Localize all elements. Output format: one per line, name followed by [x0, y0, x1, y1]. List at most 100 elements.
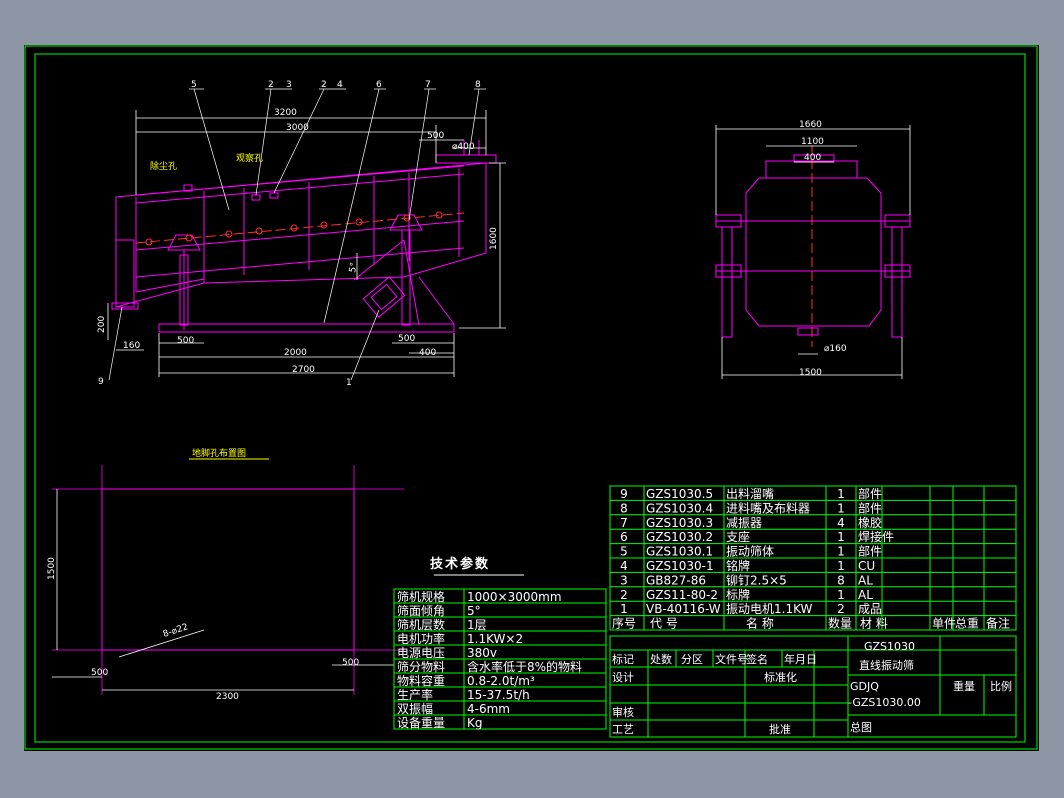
balloon-8: 8 — [475, 80, 481, 90]
bom-qty: 1 — [837, 559, 845, 573]
dim-200: 200 — [97, 316, 107, 333]
tech-param-value: 1层 — [467, 618, 487, 632]
balloon-1: 1 — [346, 378, 352, 388]
tb-drawing-no: -GZS1030.00 — [848, 696, 921, 709]
bom-no: 6 — [620, 530, 628, 544]
tech-param-value: 1.1KW×2 — [467, 632, 523, 646]
bom-header-w1: 单件 — [932, 617, 956, 631]
tb-weight: 重量 — [953, 679, 975, 693]
bom-qty: 1 — [837, 501, 845, 515]
bom-code: GZS1030.2 — [646, 530, 713, 544]
bom-code: GZS1030.4 — [646, 501, 713, 515]
end-dim-1660: 1660 — [799, 120, 822, 130]
dim-3200: 3200 — [274, 108, 297, 118]
tech-param-value: 0.8-2.0t/m³ — [467, 674, 535, 688]
bom-code: GZS1030-1 — [646, 559, 714, 573]
bom-code: GZS1030.3 — [646, 516, 713, 530]
dim-2000: 2000 — [284, 348, 307, 358]
bom-no: 7 — [620, 516, 628, 530]
balloon-4: 4 — [337, 80, 343, 90]
bom-qty: 4 — [837, 516, 845, 530]
inner-border — [34, 53, 1026, 743]
balloon-2b: 2 — [321, 80, 327, 90]
balloon-6: 6 — [376, 80, 382, 90]
bom-no: 4 — [620, 559, 628, 573]
foundation-hole-note: 8-⌀22 — [162, 622, 190, 640]
tb-approve: 批准 — [769, 722, 791, 736]
tech-param-name: 生产率 — [397, 687, 433, 702]
title-block-text: 标记 处数 分区 文件号 签名 年月日 设计 标准化 审核 工艺 批准 GZS1… — [612, 640, 1012, 736]
tb-model: GZS1030 — [864, 640, 915, 653]
tb-mark: 标记 — [612, 652, 634, 666]
tb-general: 总图 — [850, 720, 872, 734]
tech-param-name: 筛分物料 — [397, 659, 445, 674]
inlet — [435, 154, 497, 164]
tech-param-value: 4-6mm — [467, 702, 510, 716]
bom-table: 9 GZS1030.5 出料溜嘴 1 部件 8 GZS1030.4 进料嘴及布料器 1 部件 7 GZ… — [609, 485, 1017, 631]
tb-zone: 分区 — [681, 653, 703, 666]
bom-mat: 焊接件 — [858, 529, 894, 544]
tech-param-name: 筛机层数 — [397, 617, 445, 632]
tb-sign: 签名 — [746, 652, 768, 666]
bom-qty: 1 — [837, 588, 845, 602]
foundation-dim-500-left: 500 — [91, 668, 108, 678]
tb-docno: 文件号 — [715, 652, 748, 666]
foundation-title: 地脚孔布置图 — [192, 447, 246, 459]
bom-mat: 成品 — [858, 602, 882, 616]
bom-name: 减振器 — [726, 516, 762, 530]
bom-mat: AL — [858, 588, 873, 602]
end-dim-400: 400 — [804, 153, 821, 163]
bom-no: 3 — [620, 573, 628, 587]
note-dust-hole: 除尘孔 — [150, 160, 177, 172]
tb-design: 设计 — [612, 671, 634, 684]
bom-code: GZS1030.5 — [646, 487, 713, 501]
tech-param-value: 380v — [467, 646, 497, 660]
bom-mat: 部件 — [858, 544, 882, 559]
foundation-dim-2300: 2300 — [216, 692, 239, 702]
bom-no: 5 — [620, 545, 628, 559]
cad-drawing: 5 2 3 2 4 6 7 8 9 1 3200 3000 500 ⌀400 1… — [24, 45, 1038, 750]
tb-standard: 标准化 — [764, 670, 797, 684]
balloon-5: 5 — [191, 80, 197, 90]
bom-header-qty: 数量 — [828, 616, 852, 631]
tech-param-value: 含水率低于8%的物料 — [467, 659, 582, 674]
bom-no: 8 — [620, 501, 628, 515]
tech-param-value: 1000×3000mm — [467, 590, 562, 604]
tech-param-value: 5° — [467, 604, 481, 618]
vibration-motor — [362, 276, 406, 318]
tb-company: GDJQ — [850, 680, 879, 693]
bom-no: 2 — [620, 588, 628, 602]
end-dim-1500: 1500 — [799, 368, 822, 378]
tech-param-name: 电机功率 — [397, 631, 445, 646]
dim-500-left: 500 — [177, 336, 194, 346]
bom-header-code: 代 号 — [650, 617, 678, 631]
tb-date: 年月日 — [784, 652, 817, 666]
tech-param-name: 筛机规格 — [397, 589, 445, 604]
dim-400: 400 — [419, 348, 436, 358]
bom-qty: 1 — [837, 487, 845, 501]
dim-400-inlet: ⌀400 — [452, 142, 475, 152]
tech-param-value: 15-37.5t/h — [467, 688, 530, 702]
tb-craft: 工艺 — [612, 723, 634, 736]
note-observe-hole: 观察孔 — [236, 152, 263, 164]
bom-name: 出料溜嘴 — [726, 486, 774, 501]
foundation-outline — [101, 488, 355, 651]
end-dim-160: ⌀160 — [824, 344, 847, 354]
tech-params-table: 筛机规格 1000×3000mm 筛面倾角 5° 筛机层数 1层电机功率 1.1KW×2 电源… — [393, 588, 607, 730]
bom-name: 标牌 — [726, 588, 750, 602]
side-view-text: 5 2 3 2 4 6 7 8 9 1 3200 3000 500 ⌀400 1… — [97, 80, 499, 388]
dim-160: 160 — [123, 341, 140, 351]
bom-mat: AL — [858, 573, 873, 587]
bom-header-rem: 备注 — [986, 616, 1010, 631]
bom-mat: 部件 — [858, 500, 882, 515]
tech-param-name: 筛面倾角 — [397, 603, 445, 618]
bom-no: 1 — [620, 602, 628, 616]
dim-3000: 3000 — [286, 123, 309, 133]
bom-name: 铆钉2.5×5 — [726, 572, 787, 587]
dim-2700: 2700 — [292, 365, 315, 375]
bom-header-name: 名 称 — [746, 616, 774, 631]
balloon-2: 2 — [268, 80, 274, 90]
dim-500-top: 500 — [427, 131, 444, 141]
balloon-3: 3 — [286, 80, 292, 90]
balloon-9: 9 — [98, 377, 104, 387]
